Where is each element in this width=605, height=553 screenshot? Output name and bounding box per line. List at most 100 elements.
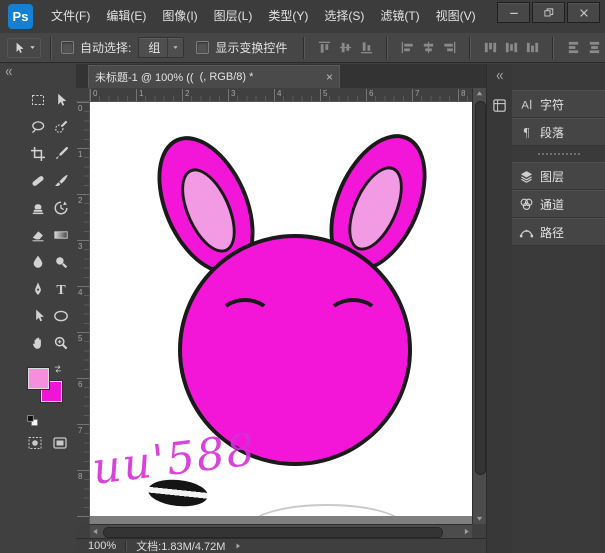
screen-mode-icon[interactable] (52, 435, 68, 451)
separator (552, 37, 554, 59)
panel-item-paths[interactable]: 路径 (512, 218, 605, 246)
ruler-number: 5 (323, 90, 327, 98)
tab-close-icon[interactable]: × (326, 71, 333, 83)
ruler-number: 3 (231, 90, 235, 98)
gradient-tool[interactable] (49, 221, 72, 248)
panel-item-layers[interactable]: 图层 (512, 162, 605, 190)
close-icon (578, 7, 590, 19)
tab-suffix: (, RGB/8) * (200, 71, 254, 83)
distribute-horizontal-centers-icon[interactable] (585, 38, 604, 57)
minimize-icon (508, 7, 520, 19)
auto-select-checkbox[interactable] (61, 41, 74, 54)
auto-select-label: 自动选择: (80, 39, 131, 56)
ruler-number: 1 (78, 151, 82, 159)
crop-tool[interactable] (26, 140, 49, 167)
caret-down-icon (29, 44, 36, 51)
zoom-level-field[interactable]: 100% (88, 540, 116, 552)
status-flyout-icon[interactable] (234, 542, 242, 550)
rectangular-marquee-tool[interactable] (26, 86, 49, 113)
document-size-info: 文档:1.83M/4.72M (136, 538, 225, 553)
foreground-color-swatch[interactable] (28, 368, 49, 389)
restore-button[interactable] (532, 2, 565, 23)
swap-colors-icon[interactable] (53, 364, 63, 374)
tools-grid: T (26, 86, 76, 356)
eyedropper-tool[interactable] (49, 140, 72, 167)
brush-tool[interactable] (49, 167, 72, 194)
blur-tool[interactable] (26, 248, 49, 275)
menu-bar: Ps 文件(F)编辑(E)图像(I)图层(L)类型(Y)选择(S)滤镜(T)视图… (0, 0, 605, 34)
right-panel-dock: A字符¶段落图层通道路径 (512, 64, 605, 553)
scroll-down-icon[interactable] (475, 514, 484, 523)
hand-tool[interactable] (26, 329, 49, 356)
move-tool[interactable] (49, 86, 72, 113)
sketch-arc (250, 504, 404, 516)
horizontal-ruler: 012345678 (90, 88, 472, 102)
ruler-number: 6 (369, 90, 373, 98)
minimize-button[interactable] (497, 2, 530, 23)
panel-item-channels[interactable]: 通道 (512, 190, 605, 218)
channels-icon (512, 197, 540, 212)
menu-item-4[interactable]: 图层(L) (206, 0, 261, 33)
horizontal-scrollbar[interactable] (90, 524, 472, 538)
distribute-vertical-centers-icon[interactable] (502, 38, 521, 57)
status-bar: 100% 文档:1.83M/4.72M (76, 538, 486, 553)
close-button[interactable] (567, 2, 600, 23)
collapse-tools-icon[interactable] (0, 64, 76, 80)
lasso-tool[interactable] (26, 113, 49, 140)
menu-item-1[interactable]: 文件(F) (43, 0, 98, 33)
menu-item-8[interactable]: 视图(V) (428, 0, 484, 33)
menu-item-6[interactable]: 选择(S) (316, 0, 372, 33)
pen-tool[interactable] (26, 275, 49, 302)
ruler-corner (76, 88, 90, 102)
menu-item-3[interactable]: 图像(I) (154, 0, 205, 33)
distribute-top-edges-icon[interactable] (481, 38, 500, 57)
ruler-number: 8 (461, 90, 465, 98)
vertical-scroll-thumb[interactable] (475, 101, 486, 475)
default-colors-icon[interactable] (26, 414, 39, 427)
dodge-tool[interactable] (49, 248, 72, 275)
spot-healing-tool[interactable] (26, 167, 49, 194)
tool-preset-dropdown[interactable] (7, 38, 41, 58)
path-selection-tool[interactable] (26, 302, 49, 329)
type-tool[interactable]: T (49, 275, 72, 302)
scroll-corner (76, 524, 90, 538)
horizontal-scroll-thumb[interactable] (103, 527, 443, 538)
canvas[interactable]: uu'588 (90, 102, 472, 516)
panel-item-label: 路径 (540, 224, 564, 241)
menu-item-7[interactable]: 滤镜(T) (372, 0, 427, 33)
distribute-bottom-edges-icon[interactable] (523, 38, 542, 57)
align-vertical-centers-icon[interactable] (336, 38, 355, 57)
paths-icon (512, 225, 540, 240)
align-right-edges-icon[interactable] (440, 38, 459, 57)
distribute-left-edges-icon[interactable] (564, 38, 583, 57)
tab-title: 未标题-1 @ 100% (( (95, 69, 194, 85)
ellipse-shape-tool[interactable] (49, 302, 72, 329)
photoshop-window: Ps 文件(F)编辑(E)图像(I)图层(L)类型(Y)选择(S)滤镜(T)视图… (0, 0, 605, 553)
vertical-scrollbar[interactable] (472, 88, 486, 524)
ruler-number: 2 (185, 90, 189, 98)
panel-item-character[interactable]: A字符 (512, 90, 605, 118)
show-transform-checkbox[interactable] (196, 41, 209, 54)
collapse-dock-icon[interactable] (487, 68, 512, 84)
collapsed-panel-icon[interactable] (491, 96, 509, 114)
align-top-edges-icon[interactable] (315, 38, 334, 57)
quick-mask-icon[interactable] (27, 435, 43, 451)
scroll-right-icon[interactable] (462, 527, 471, 536)
align-left-edges-icon[interactable] (398, 38, 417, 57)
menu-item-2[interactable]: 编辑(E) (98, 0, 154, 33)
zoom-tool[interactable] (49, 329, 72, 356)
eraser-tool[interactable] (26, 221, 49, 248)
history-brush-tool[interactable] (49, 194, 72, 221)
panel-drag-grip[interactable] (538, 153, 580, 155)
quick-selection-tool[interactable] (49, 113, 72, 140)
scroll-up-icon[interactable] (475, 89, 484, 98)
document-tab[interactable]: 未标题-1 @ 100% (( (, RGB/8) * × (88, 65, 340, 88)
align-horizontal-centers-icon[interactable] (419, 38, 438, 57)
auto-select-target-dropdown[interactable]: 组 (138, 37, 184, 58)
align-bottom-edges-icon[interactable] (357, 38, 376, 57)
ruler-number: 7 (415, 90, 419, 98)
clone-stamp-tool[interactable] (26, 194, 49, 221)
menu-item-5[interactable]: 类型(Y) (260, 0, 316, 33)
panel-item-paragraph[interactable]: ¶段落 (512, 118, 605, 146)
scroll-left-icon[interactable] (91, 527, 100, 536)
